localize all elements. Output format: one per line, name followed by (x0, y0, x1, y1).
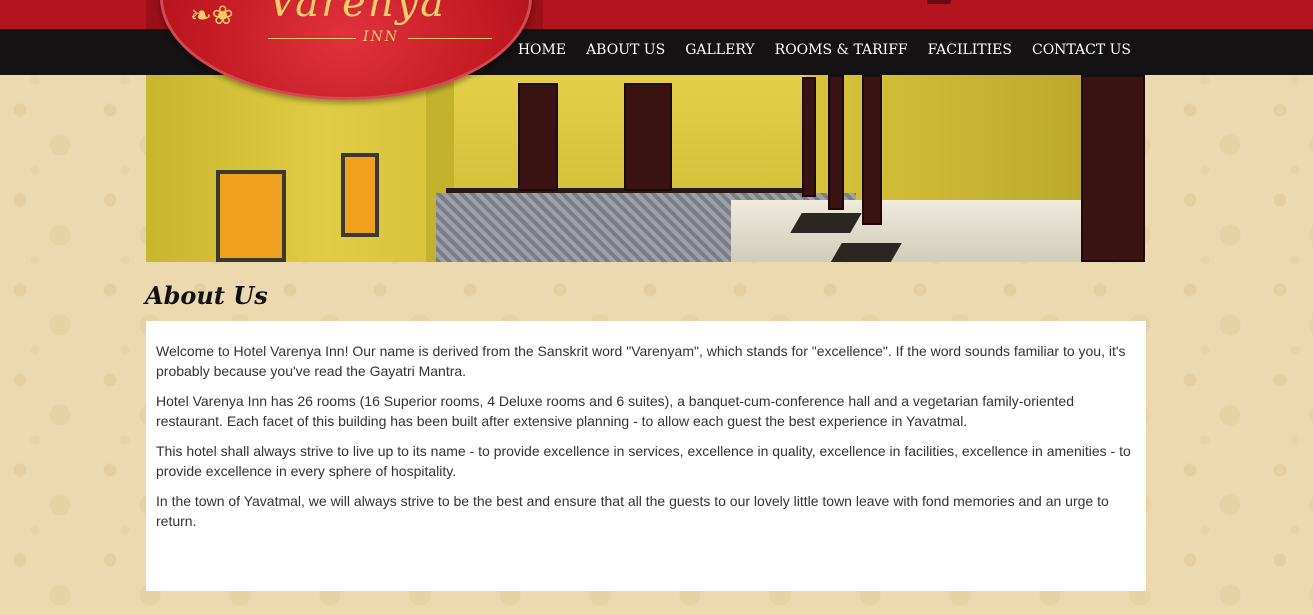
about-paragraph: This hotel shall always strive to live u… (156, 443, 1131, 479)
top-bar-mark (927, 0, 951, 4)
page-title: About Us (145, 281, 268, 310)
hero-banner-image (146, 75, 1145, 262)
banner-door (1081, 75, 1145, 262)
logo-subtitle: INN (363, 29, 400, 45)
nav-gallery[interactable]: GALLERY (685, 42, 754, 58)
main-nav: HOME ABOUT US GALLERY ROOMS & TARIFF FAC… (518, 42, 1131, 58)
about-content: Welcome to Hotel Varenya Inn! Our name i… (146, 321, 1146, 591)
banner-door (862, 75, 882, 225)
swirl-ornament-icon: ❧❀ (190, 0, 234, 30)
banner-window-right (341, 153, 379, 237)
banner-door (624, 83, 672, 191)
nav-contact-us[interactable]: CONTACT US (1032, 42, 1131, 58)
about-paragraph: Hotel Varenya Inn has 26 rooms (16 Super… (156, 393, 1075, 429)
banner-door (802, 77, 816, 197)
banner-window-left (216, 170, 286, 262)
nav-facilities[interactable]: FACILITIES (928, 42, 1012, 58)
about-paragraph: Welcome to Hotel Varenya Inn! Our name i… (156, 343, 1126, 379)
nav-rooms-tariff[interactable]: ROOMS & TARIFF (775, 42, 908, 58)
nav-about-us[interactable]: ABOUT US (586, 42, 665, 58)
banner-floor-diamond (830, 243, 902, 262)
banner-door (828, 75, 844, 210)
banner-floor-diamond (790, 213, 862, 233)
logo-divider-right (408, 38, 492, 39)
about-paragraph: In the town of Yavatmal, we will always … (156, 493, 1109, 529)
nav-home[interactable]: HOME (518, 42, 566, 58)
banner-door (518, 83, 558, 191)
logo-name: Varenya (268, 0, 447, 26)
banner-left-wall (146, 75, 446, 262)
logo-divider-left (268, 38, 356, 39)
